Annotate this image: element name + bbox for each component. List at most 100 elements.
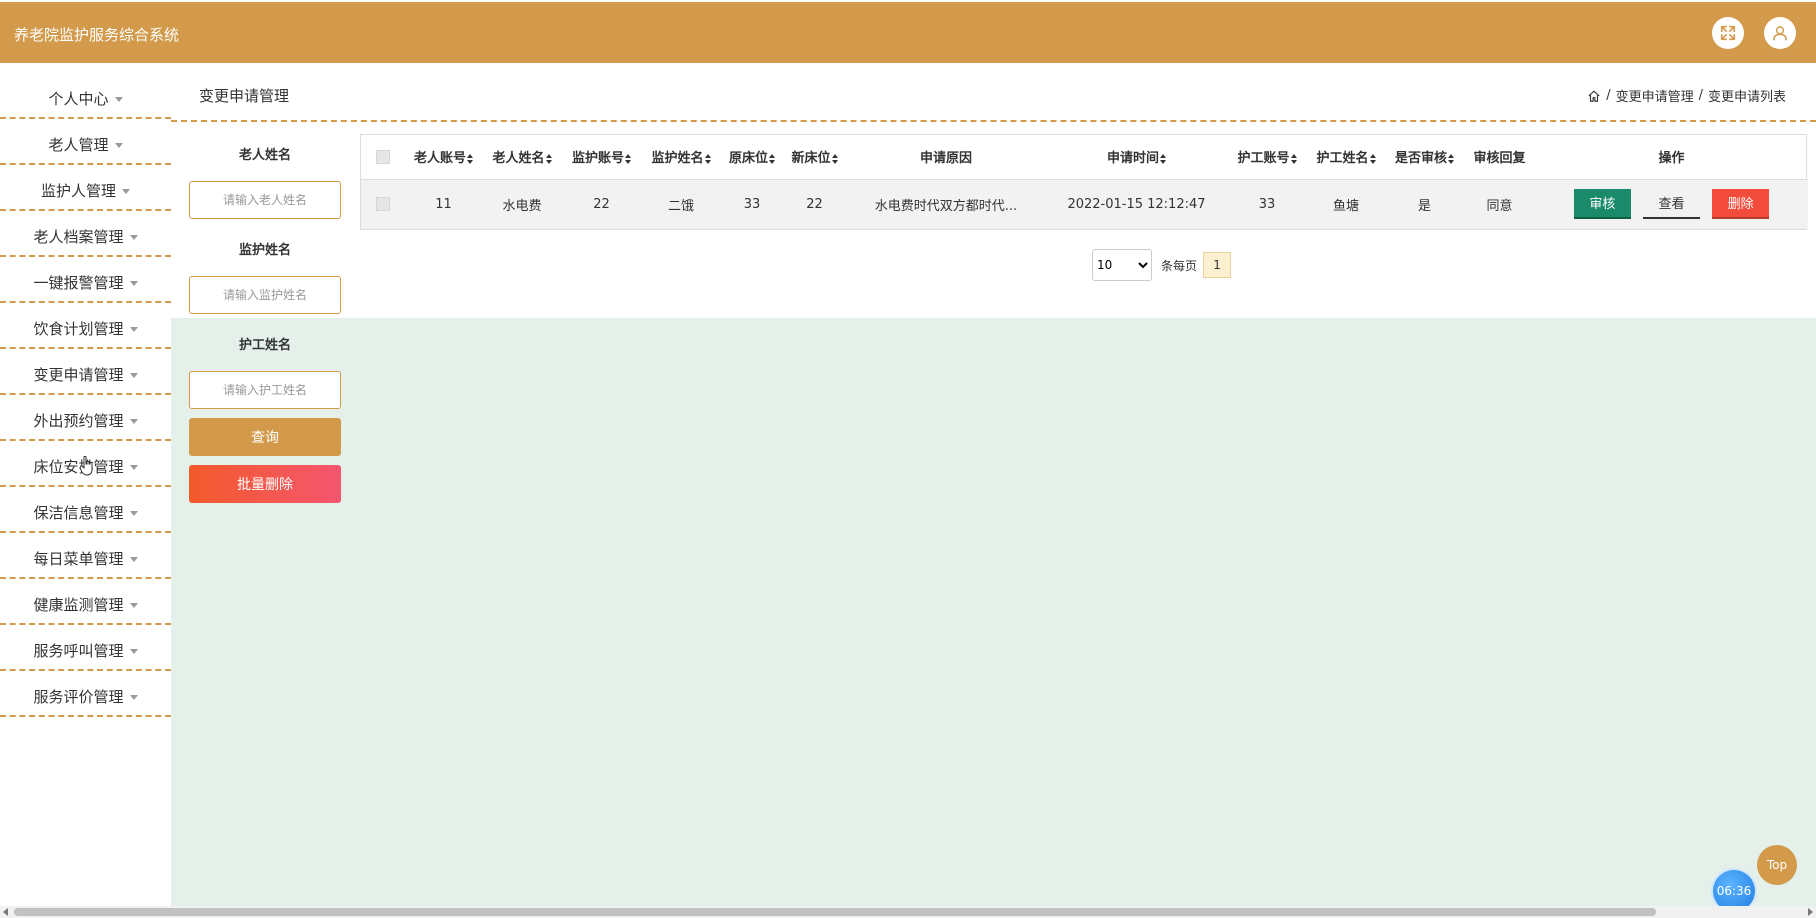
cell-apply-time: 2022-01-15 12:12:47 — [1046, 179, 1227, 229]
column-header-label: 审核回复 — [1473, 151, 1526, 167]
fullscreen-button[interactable] — [1712, 17, 1744, 49]
user-icon — [1772, 26, 1788, 41]
page-number-current[interactable]: 1 — [1203, 252, 1232, 278]
guardian-name-input[interactable] — [189, 276, 341, 314]
column-header-label: 申请原因 — [919, 151, 972, 167]
delete-button[interactable]: 删除 — [1712, 189, 1770, 220]
sidebar-item-label: 外出预约管理 — [33, 411, 124, 430]
guardian-name-label: 监护姓名 — [238, 243, 291, 258]
sidebar-item-service-call-management[interactable]: 服务呼叫管理 — [0, 631, 171, 671]
sidebar-item-change-request-management[interactable]: 变更申请管理 — [0, 355, 171, 395]
breadcrumb-item-change-request[interactable]: 变更申请管理 — [1616, 86, 1694, 105]
column-header-reason: 申请原因 — [846, 135, 1046, 180]
row-checkbox[interactable] — [376, 197, 390, 212]
column-header-elder-name[interactable]: 老人姓名 — [482, 135, 562, 180]
column-header-label: 老人账号 — [413, 151, 466, 167]
chevron-down-icon — [129, 602, 138, 608]
chevron-down-icon — [129, 464, 138, 470]
chevron-down-icon — [122, 188, 130, 194]
column-header-old-bed[interactable]: 原床位 — [721, 135, 783, 180]
table-header-row: 老人账号 老人姓名 监护账号 监护姓名 原床位 新床位 申请原因 申请时间 护工… — [361, 135, 1808, 180]
user-profile-button[interactable] — [1764, 17, 1796, 49]
chevron-down-icon — [129, 556, 138, 562]
cell-nurse-account: 33 — [1227, 179, 1307, 229]
sidebar-item-personal-center[interactable]: 个人中心 — [0, 79, 171, 119]
sidebar-item-label: 老人管理 — [48, 135, 109, 154]
mouse-cursor-icon — [80, 456, 93, 476]
chevron-down-icon — [129, 418, 138, 424]
sidebar-item-label: 变更申请管理 — [33, 365, 124, 384]
column-header-new-bed[interactable]: 新床位 — [783, 135, 846, 180]
column-header-label: 监护姓名 — [651, 151, 704, 167]
table-row: 11 水电费 22 二饿 33 22 水电费时代双方都时代... 2022-01… — [361, 179, 1808, 229]
app-title: 养老院监护服务综合系统 — [14, 26, 180, 44]
nurse-name-input[interactable] — [189, 371, 341, 409]
column-header-label: 是否审核 — [1394, 151, 1447, 167]
chevron-down-icon — [129, 234, 138, 240]
sidebar-item-label: 床位安排管理 — [33, 457, 124, 476]
sidebar-item-label: 监护人管理 — [40, 181, 116, 200]
chevron-down-icon — [129, 326, 138, 332]
audit-button[interactable]: 审核 — [1573, 189, 1631, 220]
scroll-right-icon[interactable] — [1808, 908, 1813, 916]
column-header-label: 申请时间 — [1106, 151, 1159, 167]
sidebar-item-label: 饮食计划管理 — [33, 319, 124, 338]
cell-guardian-account: 22 — [562, 179, 641, 229]
sidebar-item-daily-menu-management[interactable]: 每日菜单管理 — [0, 539, 171, 579]
sidebar-item-diet-plan-management[interactable]: 饮食计划管理 — [0, 309, 171, 349]
sidebar-item-outing-booking-management[interactable]: 外出预约管理 — [0, 401, 171, 441]
column-header-guardian-name[interactable]: 监护姓名 — [641, 135, 721, 180]
column-header-label: 新床位 — [791, 151, 831, 167]
sidebar-item-service-review-management[interactable]: 服务评价管理 — [0, 677, 171, 717]
batch-delete-button[interactable]: 批量删除 — [189, 465, 341, 503]
cell-elder-account: 11 — [405, 179, 482, 229]
sidebar-item-label: 每日菜单管理 — [33, 549, 124, 568]
query-button[interactable]: 查询 — [189, 418, 341, 456]
horizontal-scrollbar[interactable] — [0, 906, 1816, 918]
cell-guardian-name: 二饿 — [641, 179, 721, 229]
pagination: 10 条每页 1 — [1092, 249, 1232, 281]
sidebar-item-elder-management[interactable]: 老人管理 — [0, 125, 171, 165]
column-header-nurse-account[interactable]: 护工账号 — [1227, 135, 1307, 180]
scrollbar-thumb[interactable] — [14, 908, 1656, 916]
scroll-left-icon[interactable] — [3, 908, 8, 916]
cell-old-bed: 33 — [721, 179, 783, 229]
sidebar-item-label: 一键报警管理 — [33, 273, 124, 292]
per-page-label: 条每页 — [1161, 258, 1198, 273]
breadcrumb: / 变更申请管理 / 变更申请列表 — [1587, 86, 1786, 105]
sort-icon — [467, 153, 473, 164]
page-title: 变更申请管理 — [199, 87, 290, 105]
cell-audited: 是 — [1385, 179, 1464, 229]
sidebar-item-health-monitoring-management[interactable]: 健康监测管理 — [0, 585, 171, 625]
sidebar-item-cleaning-info-management[interactable]: 保洁信息管理 — [0, 493, 171, 533]
chevron-down-icon — [129, 280, 138, 286]
column-header-label: 监护账号 — [571, 151, 624, 167]
column-header-guardian-account[interactable]: 监护账号 — [562, 135, 641, 180]
sort-icon — [625, 153, 631, 164]
content-background — [171, 318, 1816, 906]
sort-icon — [1369, 153, 1376, 164]
column-header-apply-time[interactable]: 申请时间 — [1046, 135, 1227, 180]
back-to-top-button[interactable]: Top — [1757, 845, 1797, 885]
sidebar-item-label: 服务评价管理 — [33, 687, 124, 706]
column-header-nurse-name[interactable]: 护工姓名 — [1307, 135, 1385, 180]
cell-elder-name: 水电费 — [482, 179, 562, 229]
column-header-elder-account[interactable]: 老人账号 — [405, 135, 482, 180]
chevron-down-icon — [129, 372, 138, 378]
column-header-audited[interactable]: 是否审核 — [1385, 135, 1464, 180]
page-size-select[interactable]: 10 — [1092, 249, 1152, 281]
sort-icon — [1290, 153, 1297, 164]
elder-name-input[interactable] — [189, 181, 341, 219]
select-all-checkbox[interactable] — [376, 149, 390, 164]
home-icon[interactable] — [1587, 89, 1601, 103]
chevron-down-icon — [129, 648, 138, 654]
sort-icon — [831, 153, 838, 164]
sidebar-item-alarm-management[interactable]: 一键报警管理 — [0, 263, 171, 303]
sidebar-item-label: 健康监测管理 — [33, 595, 124, 614]
elder-name-label: 老人姓名 — [238, 148, 291, 163]
sidebar-item-elder-archive-management[interactable]: 老人档案管理 — [0, 217, 171, 257]
sidebar-item-guardian-management[interactable]: 监护人管理 — [0, 171, 171, 211]
cell-nurse-name: 鱼塘 — [1307, 179, 1385, 229]
view-button[interactable]: 查看 — [1643, 189, 1700, 220]
data-table-container: 老人账号 老人姓名 监护账号 监护姓名 原床位 新床位 申请原因 申请时间 护工… — [360, 134, 1808, 230]
